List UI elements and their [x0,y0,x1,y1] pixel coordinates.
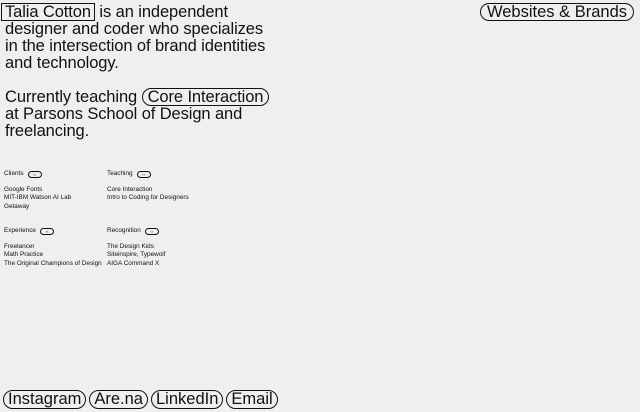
list-item[interactable]: MIT-IBM Watson AI Lab [4,194,107,203]
section-teaching: Teaching ‹› Core Interaction Intro to Co… [107,170,210,211]
footer-links: Instagram Are.na LinkedIn Email [3,390,278,409]
list-item[interactable]: Intro to Coding for Designers [107,194,210,203]
arena-link[interactable]: Are.na [89,390,148,409]
intro-text: Talia Cotton is an independent designer … [1,3,275,157]
section-recognition: Recognition ‹› The Design Kids Siteinspi… [107,227,210,268]
section-title: Experience [4,227,36,234]
section-title: Clients [4,170,24,177]
section-title: Teaching [107,170,133,177]
list-item[interactable]: Math Practice [4,251,107,260]
intro-paragraph-1: Talia Cotton is an independent designer … [1,3,275,71]
section-clients: Clients ‹› Google Fonts MIT-IBM Watson A… [4,170,107,211]
list-item[interactable]: Getaway [4,203,107,212]
name-link[interactable]: Talia Cotton [1,3,95,21]
toggle-icon[interactable]: ‹› [144,227,159,235]
teaching-lead: Currently teaching [5,88,138,107]
instagram-link[interactable]: Instagram [3,390,87,409]
toggle-icon[interactable]: ‹› [27,170,42,178]
list-item[interactable]: Core Interaction [107,186,210,195]
list-item[interactable]: AIGA Command X [107,260,210,269]
teaching-rest: at Parsons School of Design and freelanc… [5,105,243,141]
toggle-icon[interactable]: ‹› [39,227,54,235]
list-item[interactable]: Google Fonts [4,186,107,195]
list-item[interactable]: The Design Kids [107,243,210,252]
section-title: Recognition [107,227,141,234]
websites-brands-link[interactable]: Websites & Brands [479,3,634,21]
section-experience: Experience ‹› Freelancer Math Practice T… [4,227,107,268]
list-item[interactable]: The Original Champions of Design [4,260,107,269]
email-link[interactable]: Email [226,390,278,409]
list-item[interactable]: Siteinspire, Typewolf [107,251,210,260]
intro-paragraph-2: Currently teaching Core Interaction at P… [5,88,275,140]
linkedin-link[interactable]: LinkedIn [151,390,224,409]
info-sections: Clients ‹› Google Fonts MIT-IBM Watson A… [4,170,214,268]
course-link[interactable]: Core Interaction [141,88,270,107]
toggle-icon[interactable]: ‹› [136,170,151,178]
list-item[interactable]: Freelancer [4,243,107,252]
